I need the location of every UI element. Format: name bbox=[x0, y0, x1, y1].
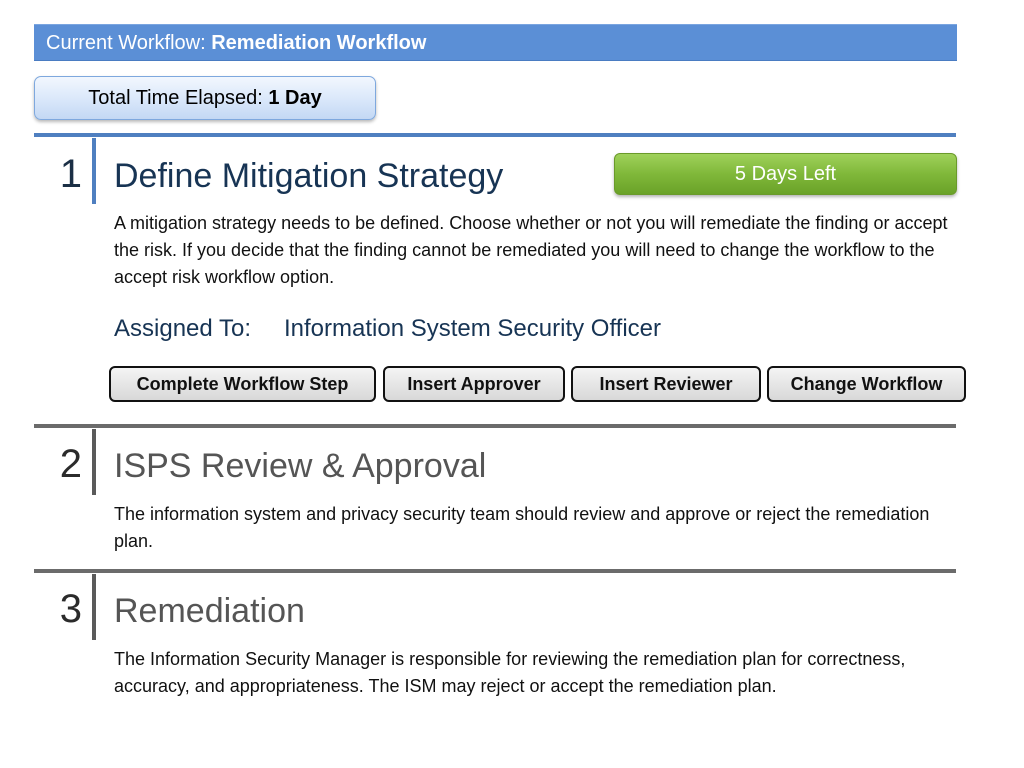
time-elapsed-value: 1 Day bbox=[268, 87, 322, 109]
assigned-to-value: Information System Security Officer bbox=[284, 315, 662, 342]
step-3-number: 3 bbox=[59, 587, 82, 631]
step-1-title: Define Mitigation Strategy bbox=[114, 157, 504, 195]
step-1-description: A mitigation strategy needs to be define… bbox=[114, 213, 948, 287]
time-elapsed-badge: Total Time Elapsed: 1 Day bbox=[34, 76, 376, 120]
assigned-to-label: Assigned To: bbox=[114, 315, 251, 342]
step-2-divider bbox=[34, 424, 956, 428]
step-2-description: The information system and privacy secur… bbox=[114, 504, 930, 551]
step-1-number: 1 bbox=[59, 152, 82, 196]
current-workflow-label: Current Workflow: bbox=[46, 32, 212, 54]
step-2-rule bbox=[92, 429, 96, 495]
workflow-page: Current Workflow: Remediation Workflow T… bbox=[0, 0, 1024, 768]
insert-approver-button[interactable]: Insert Approver bbox=[383, 366, 565, 402]
step-3-rule bbox=[92, 574, 96, 640]
step-1-rule bbox=[92, 138, 96, 204]
current-workflow-name: Remediation Workflow bbox=[211, 32, 427, 54]
complete-workflow-step-button[interactable]: Complete Workflow Step bbox=[109, 366, 376, 402]
insert-reviewer-button[interactable]: Insert Reviewer bbox=[571, 366, 761, 402]
days-left-badge: 5 Days Left bbox=[614, 153, 957, 195]
step-1-divider bbox=[34, 133, 956, 137]
step-3-title[interactable]: Remediation bbox=[114, 589, 305, 633]
step-3-divider bbox=[34, 569, 956, 573]
assigned-to: Assigned To: Information System Security … bbox=[114, 313, 661, 345]
time-elapsed-label: Total Time Elapsed: bbox=[88, 87, 269, 109]
change-workflow-button[interactable]: Change Workflow bbox=[767, 366, 966, 402]
step-2-title[interactable]: ISPS Review & Approval bbox=[114, 444, 486, 488]
step-3-description: The Information Security Manager is resp… bbox=[114, 649, 906, 696]
current-workflow-bar: Current Workflow: Remediation Workflow bbox=[34, 24, 957, 61]
step-2-number: 2 bbox=[59, 442, 82, 486]
